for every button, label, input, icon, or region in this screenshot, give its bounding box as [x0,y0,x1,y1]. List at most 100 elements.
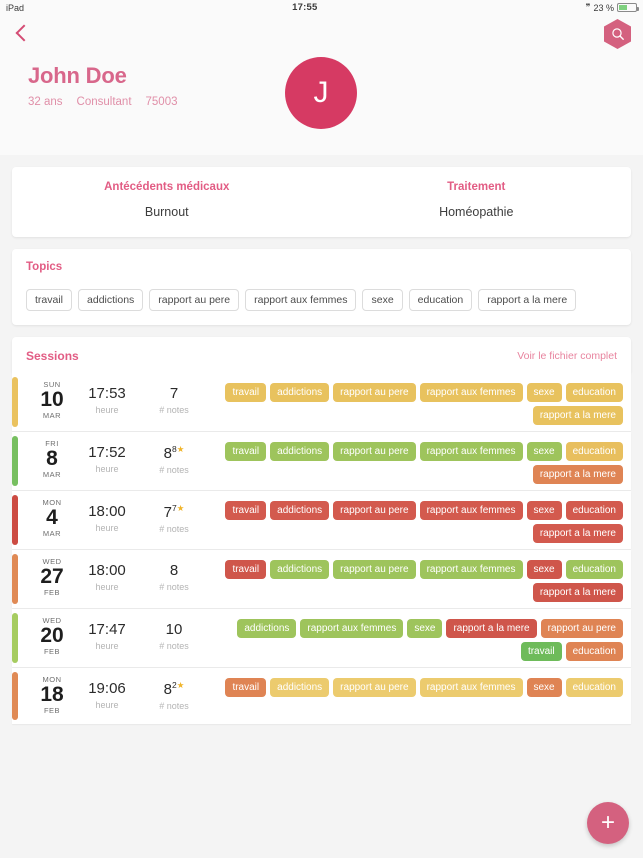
medical-card: Antécédents médicaux Burnout Traitement … [12,167,631,237]
sessions-list: SUN 10 MAR 17:53 heure 7 # notes travail addicti… [0,373,643,724]
session-tag[interactable]: addictions [270,501,330,520]
session-row[interactable]: SUN 10 MAR 17:53 heure 7 # notes travail addicti… [12,373,631,431]
session-tag[interactable]: sexe [526,442,562,461]
session-notes-stat: 8 # notes [138,556,210,592]
session-month: FEB [43,588,61,598]
session-tag[interactable]: sexe [526,678,562,697]
star-icon: ★ [176,444,185,454]
topic-chip[interactable]: education [408,289,473,311]
session-notes-label: # notes [159,405,189,415]
topic-chip[interactable]: sexe [362,289,403,311]
session-tag[interactable]: rapport a la mere [532,524,623,543]
nav-bar [0,15,643,53]
session-tag[interactable]: rapport a la mere [446,619,537,638]
session-tag[interactable]: rapport aux femmes [419,560,523,579]
search-icon[interactable] [604,19,631,49]
session-tag[interactable]: sexe [526,501,562,520]
session-tag[interactable]: education [565,442,623,461]
session-date: FRI 8 MAR [28,438,76,479]
session-tag-list: addictions rapport aux femmes sexe rapport … [210,615,631,661]
session-day: 20 [40,624,64,647]
session-tag[interactable]: travail [225,560,267,579]
session-month: MAR [42,470,62,480]
session-tag[interactable]: rapport au pere [333,501,416,520]
session-time-value: 17:47 [88,621,126,638]
session-tag[interactable]: addictions [270,678,330,697]
session-tag[interactable]: rapport aux femmes [419,383,523,402]
session-tag[interactable]: rapport aux femmes [419,442,523,461]
topic-chip[interactable]: addictions [78,289,144,311]
session-tag-list: travail addictions rapport au pere rapport … [210,438,631,484]
session-tag[interactable]: addictions [270,383,330,402]
session-tag[interactable]: rapport au pere [333,560,416,579]
session-row[interactable]: MON 18 FEB 19:06 heure 82★ # notes travail addic… [12,668,631,724]
session-tag[interactable]: education [565,678,623,697]
session-tag[interactable]: rapport a la mere [532,583,623,602]
session-tag[interactable]: rapport aux femmes [419,678,523,697]
sessions-header: Sessions Voir le fichier complet [12,337,631,373]
session-tag[interactable]: rapport au pere [333,678,416,697]
session-tag-list: travail addictions rapport au pere rapport … [210,379,631,425]
session-notes-label: # notes [159,582,189,592]
session-notes-stat: 77★ # notes [138,497,210,534]
session-month: FEB [43,706,61,716]
session-tag[interactable]: education [565,501,623,520]
session-row[interactable]: FRI 8 MAR 17:52 heure 88★ # notes travail addict… [12,432,631,490]
session-notes-stat: 82★ # notes [138,674,210,711]
session-day: 8 [46,447,58,470]
session-tag[interactable]: travail [225,678,267,697]
session-tag[interactable]: rapport au pere [333,442,416,461]
session-notes-value: 8 [169,562,179,579]
session-date: WED 20 FEB [28,615,76,656]
session-tag[interactable]: rapport au pere [540,619,623,638]
treatment-value: Homéopathie [439,205,514,219]
session-tag[interactable]: rapport aux femmes [300,619,404,638]
session-tag[interactable]: sexe [407,619,443,638]
topic-chip[interactable]: travail [26,289,73,311]
session-date: WED 27 FEB [28,556,76,597]
session-tag[interactable]: education [565,383,623,402]
status-clock: 17:55 [292,2,318,13]
session-notes-value: 88★ [163,444,185,462]
session-time-label: heure [95,523,119,533]
session-day: 18 [40,683,64,706]
session-color-bar [12,672,18,720]
topic-chip[interactable]: rapport aux femmes [245,289,357,311]
add-session-fab[interactable]: + [587,802,629,844]
session-time-label: heure [95,641,119,651]
session-notes-label: # notes [159,524,189,534]
session-tag[interactable]: sexe [526,383,562,402]
session-notes-value: 82★ [163,680,185,698]
session-tag[interactable]: sexe [526,560,562,579]
session-tag[interactable]: addictions [237,619,297,638]
session-row[interactable]: WED 20 FEB 17:47 heure 10 # notes addictions rap… [12,609,631,667]
session-tag[interactable]: travail [520,642,562,661]
medical-history-value: Burnout [144,205,189,219]
session-tag[interactable]: addictions [270,560,330,579]
session-time-label: heure [95,582,119,592]
plus-icon: + [600,809,615,836]
session-tag[interactable]: travail [225,501,267,520]
session-tag[interactable]: rapport a la mere [532,406,623,425]
session-row[interactable]: WED 27 FEB 18:00 heure 8 # notes travail addicti… [12,550,631,608]
topic-chip[interactable]: rapport au pere [149,289,240,311]
battery-icon [617,3,639,12]
session-tag[interactable]: travail [225,383,267,402]
session-row[interactable]: MON 4 MAR 18:00 heure 77★ # notes travail addict… [12,491,631,549]
view-full-file-link[interactable]: Voir le fichier complet [517,350,617,362]
session-tag[interactable]: travail [225,442,267,461]
session-tag-list: travail addictions rapport au pere rapport … [210,556,631,602]
treatment-title: Traitement [447,181,506,193]
session-date: MON 4 MAR [28,497,76,538]
topic-chip[interactable]: rapport a la mere [478,289,577,311]
session-tag[interactable]: education [565,642,623,661]
session-tag[interactable]: addictions [270,442,330,461]
session-tag[interactable]: rapport aux femmes [419,501,523,520]
session-tag[interactable]: rapport a la mere [532,465,623,484]
session-tag[interactable]: rapport au pere [333,383,416,402]
session-time-value: 18:00 [88,503,126,520]
chevron-left-icon[interactable] [12,21,34,47]
profile-age: 32 ans [28,96,63,108]
avatar: J [285,57,357,129]
session-tag[interactable]: education [565,560,623,579]
